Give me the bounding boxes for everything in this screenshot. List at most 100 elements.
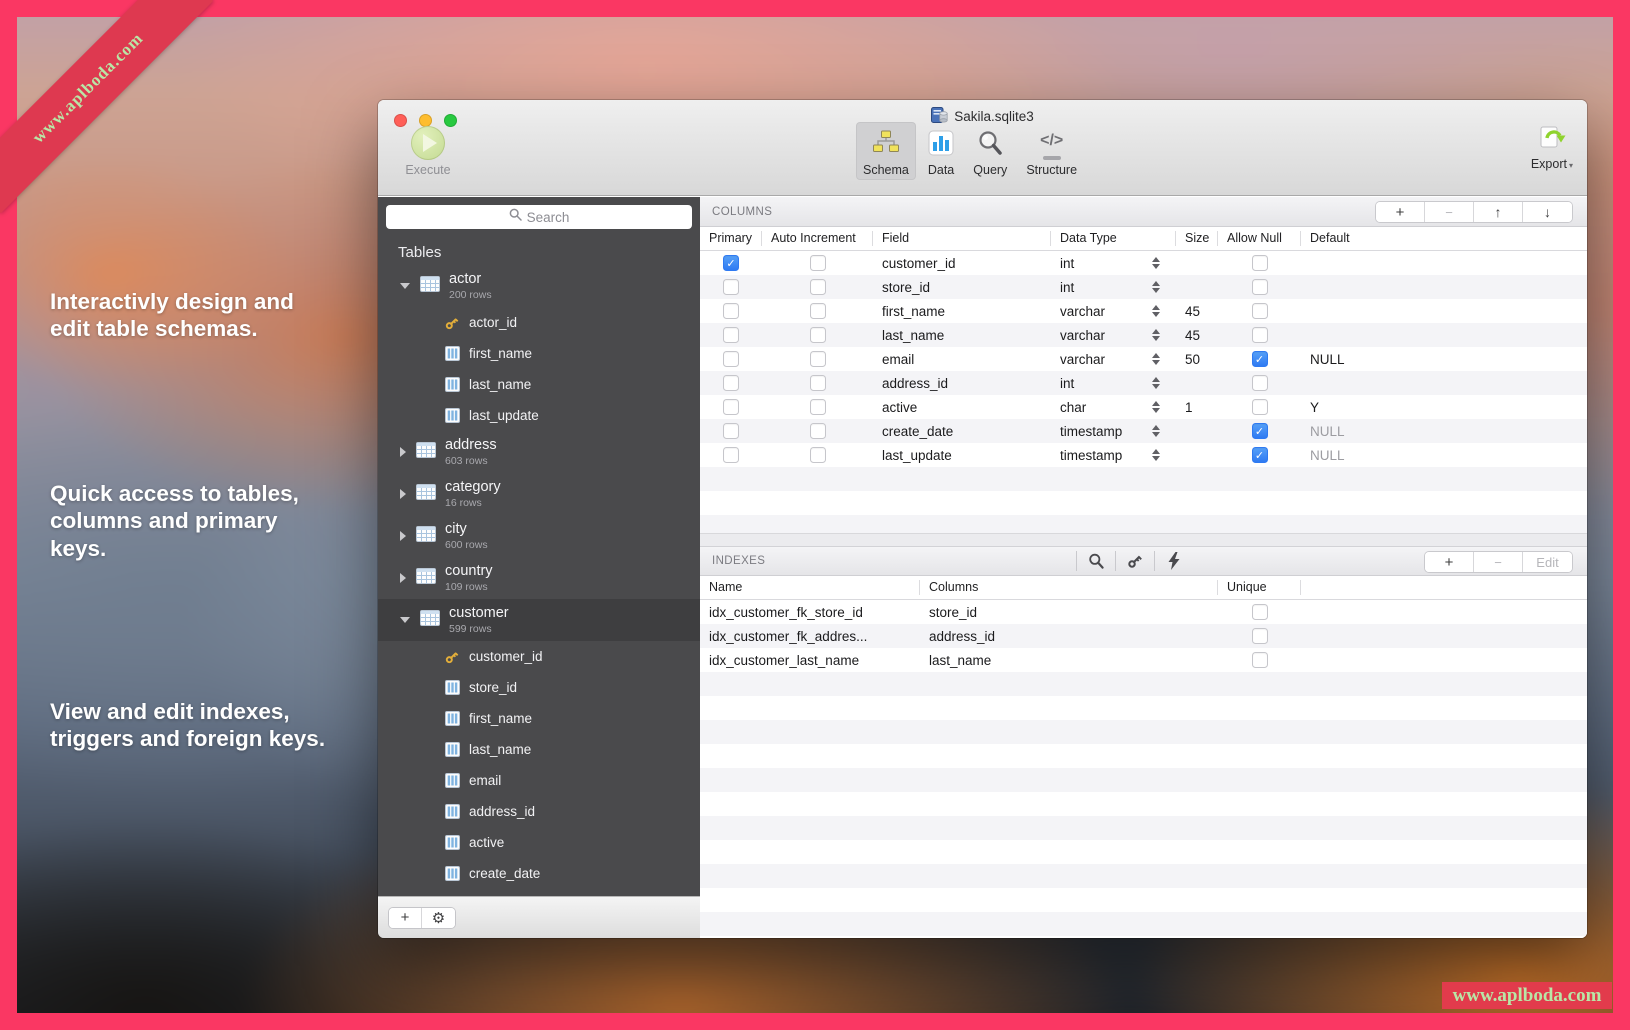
auto-increment-checkbox[interactable] [810, 327, 826, 343]
stepper-icon[interactable] [1152, 329, 1160, 342]
allow-null-checkbox[interactable] [1252, 399, 1268, 415]
unique-checkbox[interactable] [1252, 652, 1268, 668]
tab-data[interactable]: Data [921, 122, 961, 180]
sidebar-column-active[interactable]: active [378, 827, 700, 858]
primary-checkbox[interactable] [723, 279, 739, 295]
column-row-last_name[interactable]: last_name varchar 45 [700, 323, 1587, 347]
sidebar-table-city[interactable]: city 600 rows [378, 515, 700, 557]
add-button[interactable]: + [1376, 202, 1425, 222]
stepper-icon[interactable] [1152, 425, 1160, 438]
add-button[interactable]: + [1425, 552, 1474, 572]
column-row-email[interactable]: email varchar 50 ✓ NULL [700, 347, 1587, 371]
column-row-store_id[interactable]: store_id int [700, 275, 1587, 299]
disclosure-triangle-icon[interactable] [400, 489, 406, 499]
index-header-columns[interactable]: Columns [920, 580, 1218, 595]
sidebar-column-email[interactable]: email [378, 765, 700, 796]
column-row-customer_id[interactable]: ✓ customer_id int [700, 251, 1587, 275]
data-type[interactable]: varchar [1051, 304, 1176, 319]
stepper-icon[interactable] [1152, 281, 1160, 294]
sidebar-column-actor_id[interactable]: actor_id [378, 307, 700, 338]
sidebar-table-address[interactable]: address 603 rows [378, 431, 700, 473]
data-type[interactable]: int [1051, 376, 1176, 391]
auto-increment-checkbox[interactable] [810, 351, 826, 367]
index-row-idx_customer_fk_addres[interactable]: idx_customer_fk_addres... address_id [700, 624, 1587, 648]
indexes-search-icon[interactable] [1077, 553, 1115, 570]
edit-button[interactable]: Edit [1523, 552, 1572, 572]
primary-checkbox[interactable] [723, 303, 739, 319]
sidebar-table-country[interactable]: country 109 rows [378, 557, 700, 599]
trigger-lightning-icon[interactable] [1155, 552, 1193, 570]
sidebar-column-last_name[interactable]: last_name [378, 369, 700, 400]
primary-checkbox[interactable] [723, 423, 739, 439]
stepper-icon[interactable] [1152, 305, 1160, 318]
allow-null-checkbox[interactable]: ✓ [1252, 423, 1268, 439]
auto-increment-checkbox[interactable] [810, 303, 826, 319]
allow-null-checkbox[interactable] [1252, 375, 1268, 391]
column-row-address_id[interactable]: address_id int [700, 371, 1587, 395]
sidebar-column-first_name[interactable]: first_name [378, 703, 700, 734]
data-type[interactable]: timestamp [1051, 424, 1176, 439]
auto-increment-checkbox[interactable] [810, 399, 826, 415]
foreign-key-icon[interactable] [1116, 552, 1154, 570]
data-type[interactable]: int [1051, 280, 1176, 295]
data-type[interactable]: char [1051, 400, 1176, 415]
move-up-button[interactable]: ↑ [1474, 202, 1523, 222]
sidebar-table-customer[interactable]: customer 599 rows [378, 599, 700, 641]
auto-increment-checkbox[interactable] [810, 423, 826, 439]
data-type[interactable]: int [1051, 256, 1176, 271]
gear-icon[interactable]: ⚙ [422, 908, 455, 928]
unique-checkbox[interactable] [1252, 628, 1268, 644]
index-header-unique[interactable]: Unique [1218, 580, 1301, 595]
auto-increment-checkbox[interactable] [810, 279, 826, 295]
stepper-icon[interactable] [1152, 257, 1160, 270]
unique-checkbox[interactable] [1252, 604, 1268, 620]
column-row-last_update[interactable]: last_update timestamp ✓ NULL [700, 443, 1587, 467]
sidebar-column-first_name[interactable]: first_name [378, 338, 700, 369]
allow-null-checkbox[interactable] [1252, 303, 1268, 319]
primary-checkbox[interactable] [723, 447, 739, 463]
data-type[interactable]: varchar [1051, 328, 1176, 343]
allow-null-checkbox[interactable] [1252, 327, 1268, 343]
column-row-create_date[interactable]: create_date timestamp ✓ NULL [700, 419, 1587, 443]
column-header-primary[interactable]: Primary [700, 231, 762, 246]
auto-increment-checkbox[interactable] [810, 375, 826, 391]
primary-checkbox[interactable] [723, 399, 739, 415]
primary-checkbox[interactable]: ✓ [723, 255, 739, 271]
column-header-auto-increment[interactable]: Auto Increment [762, 231, 873, 246]
sidebar-column-last_name[interactable]: last_name [378, 734, 700, 765]
column-header-allow-null[interactable]: Allow Null [1218, 231, 1301, 246]
disclosure-triangle-icon[interactable] [400, 447, 406, 457]
stepper-icon[interactable] [1152, 377, 1160, 390]
data-type[interactable]: timestamp [1051, 448, 1176, 463]
stepper-icon[interactable] [1152, 449, 1160, 462]
disclosure-triangle-icon[interactable] [400, 531, 406, 541]
sidebar-table-category[interactable]: category 16 rows [378, 473, 700, 515]
index-row-idx_customer_fk_store_id[interactable]: idx_customer_fk_store_id store_id [700, 600, 1587, 624]
column-row-first_name[interactable]: first_name varchar 45 [700, 299, 1587, 323]
sidebar-column-create_date[interactable]: create_date [378, 858, 700, 889]
tab-schema[interactable]: Schema [856, 122, 916, 180]
primary-checkbox[interactable] [723, 375, 739, 391]
column-header-data-type[interactable]: Data Type [1051, 231, 1176, 246]
tab-structure[interactable]: </> Structure [1019, 122, 1084, 180]
sidebar-column-store_id[interactable]: store_id [378, 672, 700, 703]
allow-null-checkbox[interactable]: ✓ [1252, 351, 1268, 367]
sidebar-column-last_update[interactable]: last_update [378, 400, 700, 431]
column-header-default[interactable]: Default [1301, 231, 1587, 246]
auto-increment-checkbox[interactable] [810, 447, 826, 463]
index-row-idx_customer_last_name[interactable]: idx_customer_last_name last_name [700, 648, 1587, 672]
execute-button[interactable]: Execute [396, 126, 460, 177]
remove-button[interactable]: − [1425, 202, 1474, 222]
tab-query[interactable]: Query [966, 122, 1014, 180]
index-header-name[interactable]: Name [700, 580, 920, 595]
column-header-size[interactable]: Size [1176, 231, 1218, 246]
stepper-icon[interactable] [1152, 401, 1160, 414]
primary-checkbox[interactable] [723, 351, 739, 367]
allow-null-checkbox[interactable]: ✓ [1252, 447, 1268, 463]
primary-checkbox[interactable] [723, 327, 739, 343]
auto-increment-checkbox[interactable] [810, 255, 826, 271]
disclosure-triangle-icon[interactable] [400, 573, 406, 583]
search-input[interactable]: Search [386, 205, 692, 229]
sidebar-table-actor[interactable]: actor 200 rows [378, 265, 700, 307]
remove-button[interactable]: − [1474, 552, 1523, 572]
